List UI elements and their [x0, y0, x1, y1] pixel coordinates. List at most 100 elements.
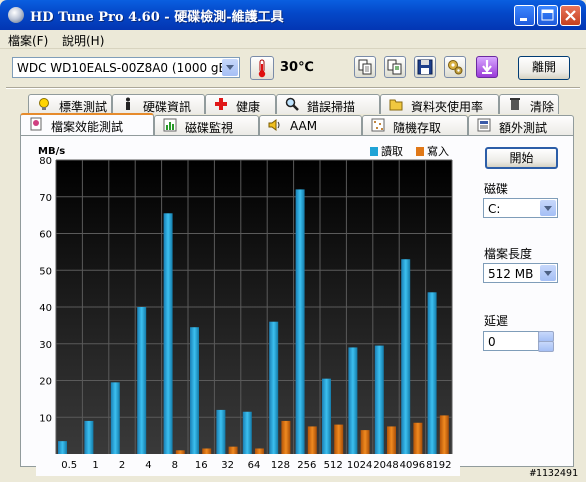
delay-value: 0	[488, 335, 496, 349]
tab-bottom-0[interactable]: 檔案效能測試	[20, 113, 154, 135]
delay-label: 延遲	[484, 314, 509, 328]
chevron-down-icon[interactable]	[540, 200, 556, 216]
folder-icon	[389, 99, 403, 111]
y-tick-label: 60	[39, 230, 52, 241]
x-tick-label: 64	[248, 460, 261, 471]
exit-button[interactable]: 離開	[518, 56, 570, 80]
x-tick-label: 32	[221, 460, 234, 471]
x-tick-label: 2048	[373, 460, 398, 471]
toolbar-divider	[6, 87, 580, 89]
disk-label: 磁碟	[484, 182, 509, 196]
bar-read	[242, 411, 252, 454]
close-icon	[565, 10, 576, 21]
file-length-value: 512 MB	[488, 267, 534, 281]
temperature-button[interactable]	[250, 56, 274, 80]
tab-bottom-4[interactable]: 額外測試	[468, 115, 574, 135]
tab-bottom-1[interactable]: 磁碟監視	[154, 115, 259, 135]
random-access-icon	[371, 118, 385, 132]
bar-read	[322, 378, 331, 454]
tab-bottom-label: 隨機存取	[393, 121, 442, 135]
monitor-bars-icon	[163, 118, 177, 132]
menu-bar: 檔案(F) 說明(H)	[0, 30, 586, 49]
bar-write	[202, 448, 212, 454]
trash-icon	[510, 98, 520, 110]
spin-down-icon[interactable]	[538, 341, 554, 352]
window-title: HD Tune Pro 4.60 - 硬碟檢測-維護工具	[30, 10, 284, 25]
legend-label: 讀取	[381, 144, 403, 158]
gears-icon	[448, 60, 463, 75]
app-icon[interactable]	[8, 7, 24, 23]
bar-read	[163, 213, 173, 454]
bar-write	[255, 448, 264, 454]
tab-bottom-2[interactable]: AAM	[259, 115, 362, 135]
menu-file[interactable]: 檔案(F)	[8, 32, 48, 49]
maximize-icon	[541, 9, 554, 21]
bar-read	[190, 327, 199, 454]
legend-swatch	[370, 147, 378, 156]
arrow-down-icon	[482, 60, 492, 74]
tab-top-5[interactable]: 清除	[499, 94, 559, 114]
bar-read	[295, 189, 305, 454]
disk-select-value: C:	[488, 202, 501, 216]
close-button[interactable]	[560, 5, 581, 26]
temperature-readout: 30℃	[280, 60, 314, 75]
info-icon	[126, 97, 130, 110]
tab-top-0[interactable]: 標準測試	[28, 94, 112, 114]
legend-label: 寫入	[427, 144, 449, 158]
tab-bottom-label: 檔案效能測試	[51, 120, 124, 134]
floppy-disk-icon	[417, 59, 433, 75]
speaker-icon	[268, 119, 280, 131]
title-bar[interactable]: HD Tune Pro 4.60 - 硬碟檢測-維護工具	[0, 0, 586, 30]
y-tick-label: 80	[39, 156, 52, 167]
delay-input[interactable]: 0	[483, 331, 539, 351]
copy-button[interactable]	[354, 56, 376, 78]
x-tick-label: 2	[119, 460, 125, 471]
x-tick-label: 1024	[347, 460, 372, 471]
file-length-label: 檔案長度	[484, 247, 533, 261]
tab-top-1[interactable]: 硬碟資訊	[112, 94, 205, 114]
bulb-icon	[39, 98, 49, 110]
save-button[interactable]	[414, 56, 436, 78]
bar-write	[387, 426, 396, 454]
minimize-icon	[520, 18, 527, 21]
bar-write	[439, 415, 449, 454]
options-button[interactable]	[444, 56, 466, 78]
chevron-down-icon[interactable]	[222, 59, 238, 76]
disk-select[interactable]: C:	[483, 198, 558, 218]
bar-read	[84, 420, 94, 454]
y-tick-label: 20	[39, 377, 52, 388]
maximize-button[interactable]	[537, 5, 558, 26]
chevron-down-icon[interactable]	[540, 265, 556, 281]
tab-top-4[interactable]: 資料夾使用率	[380, 94, 499, 114]
bar-read	[374, 345, 384, 454]
bar-write	[413, 422, 423, 454]
tab-top-2[interactable]: 健康	[205, 94, 276, 114]
magnifier-icon	[285, 97, 299, 111]
bar-write	[334, 424, 344, 454]
x-tick-label: 128	[271, 460, 290, 471]
start-button[interactable]: 開始	[485, 147, 558, 169]
download-button[interactable]	[476, 56, 498, 78]
tab-bottom-label: 磁碟監視	[185, 121, 234, 135]
x-tick-label: 16	[195, 460, 208, 471]
x-tick-label: 512	[324, 460, 343, 471]
tab-top-3[interactable]: 錯誤掃描	[276, 94, 380, 114]
drive-select[interactable]: WDC WD10EALS-00Z8A0 (1000 gB)	[12, 57, 240, 78]
bar-write	[175, 450, 185, 454]
file-length-select[interactable]: 512 MB	[483, 263, 558, 283]
y-tick-label: 70	[39, 193, 52, 204]
y-tick-label: 10	[39, 413, 52, 424]
menu-help[interactable]: 說明(H)	[62, 32, 104, 49]
drive-select-value: WDC WD10EALS-00Z8A0 (1000 gB)	[17, 61, 232, 75]
copy-all-button[interactable]	[384, 56, 406, 78]
bar-write	[281, 420, 291, 454]
delay-stepper[interactable]	[538, 331, 554, 352]
x-tick-label: 8192	[426, 460, 451, 471]
minimize-button[interactable]	[514, 5, 535, 26]
tab-bottom-3[interactable]: 隨機存取	[362, 115, 468, 135]
bar-read	[348, 347, 358, 454]
tab-bottom-label: 額外測試	[499, 121, 548, 135]
x-tick-label: 4	[145, 460, 151, 471]
tab-top-label: 錯誤掃描	[307, 100, 356, 114]
bar-write	[307, 426, 317, 454]
